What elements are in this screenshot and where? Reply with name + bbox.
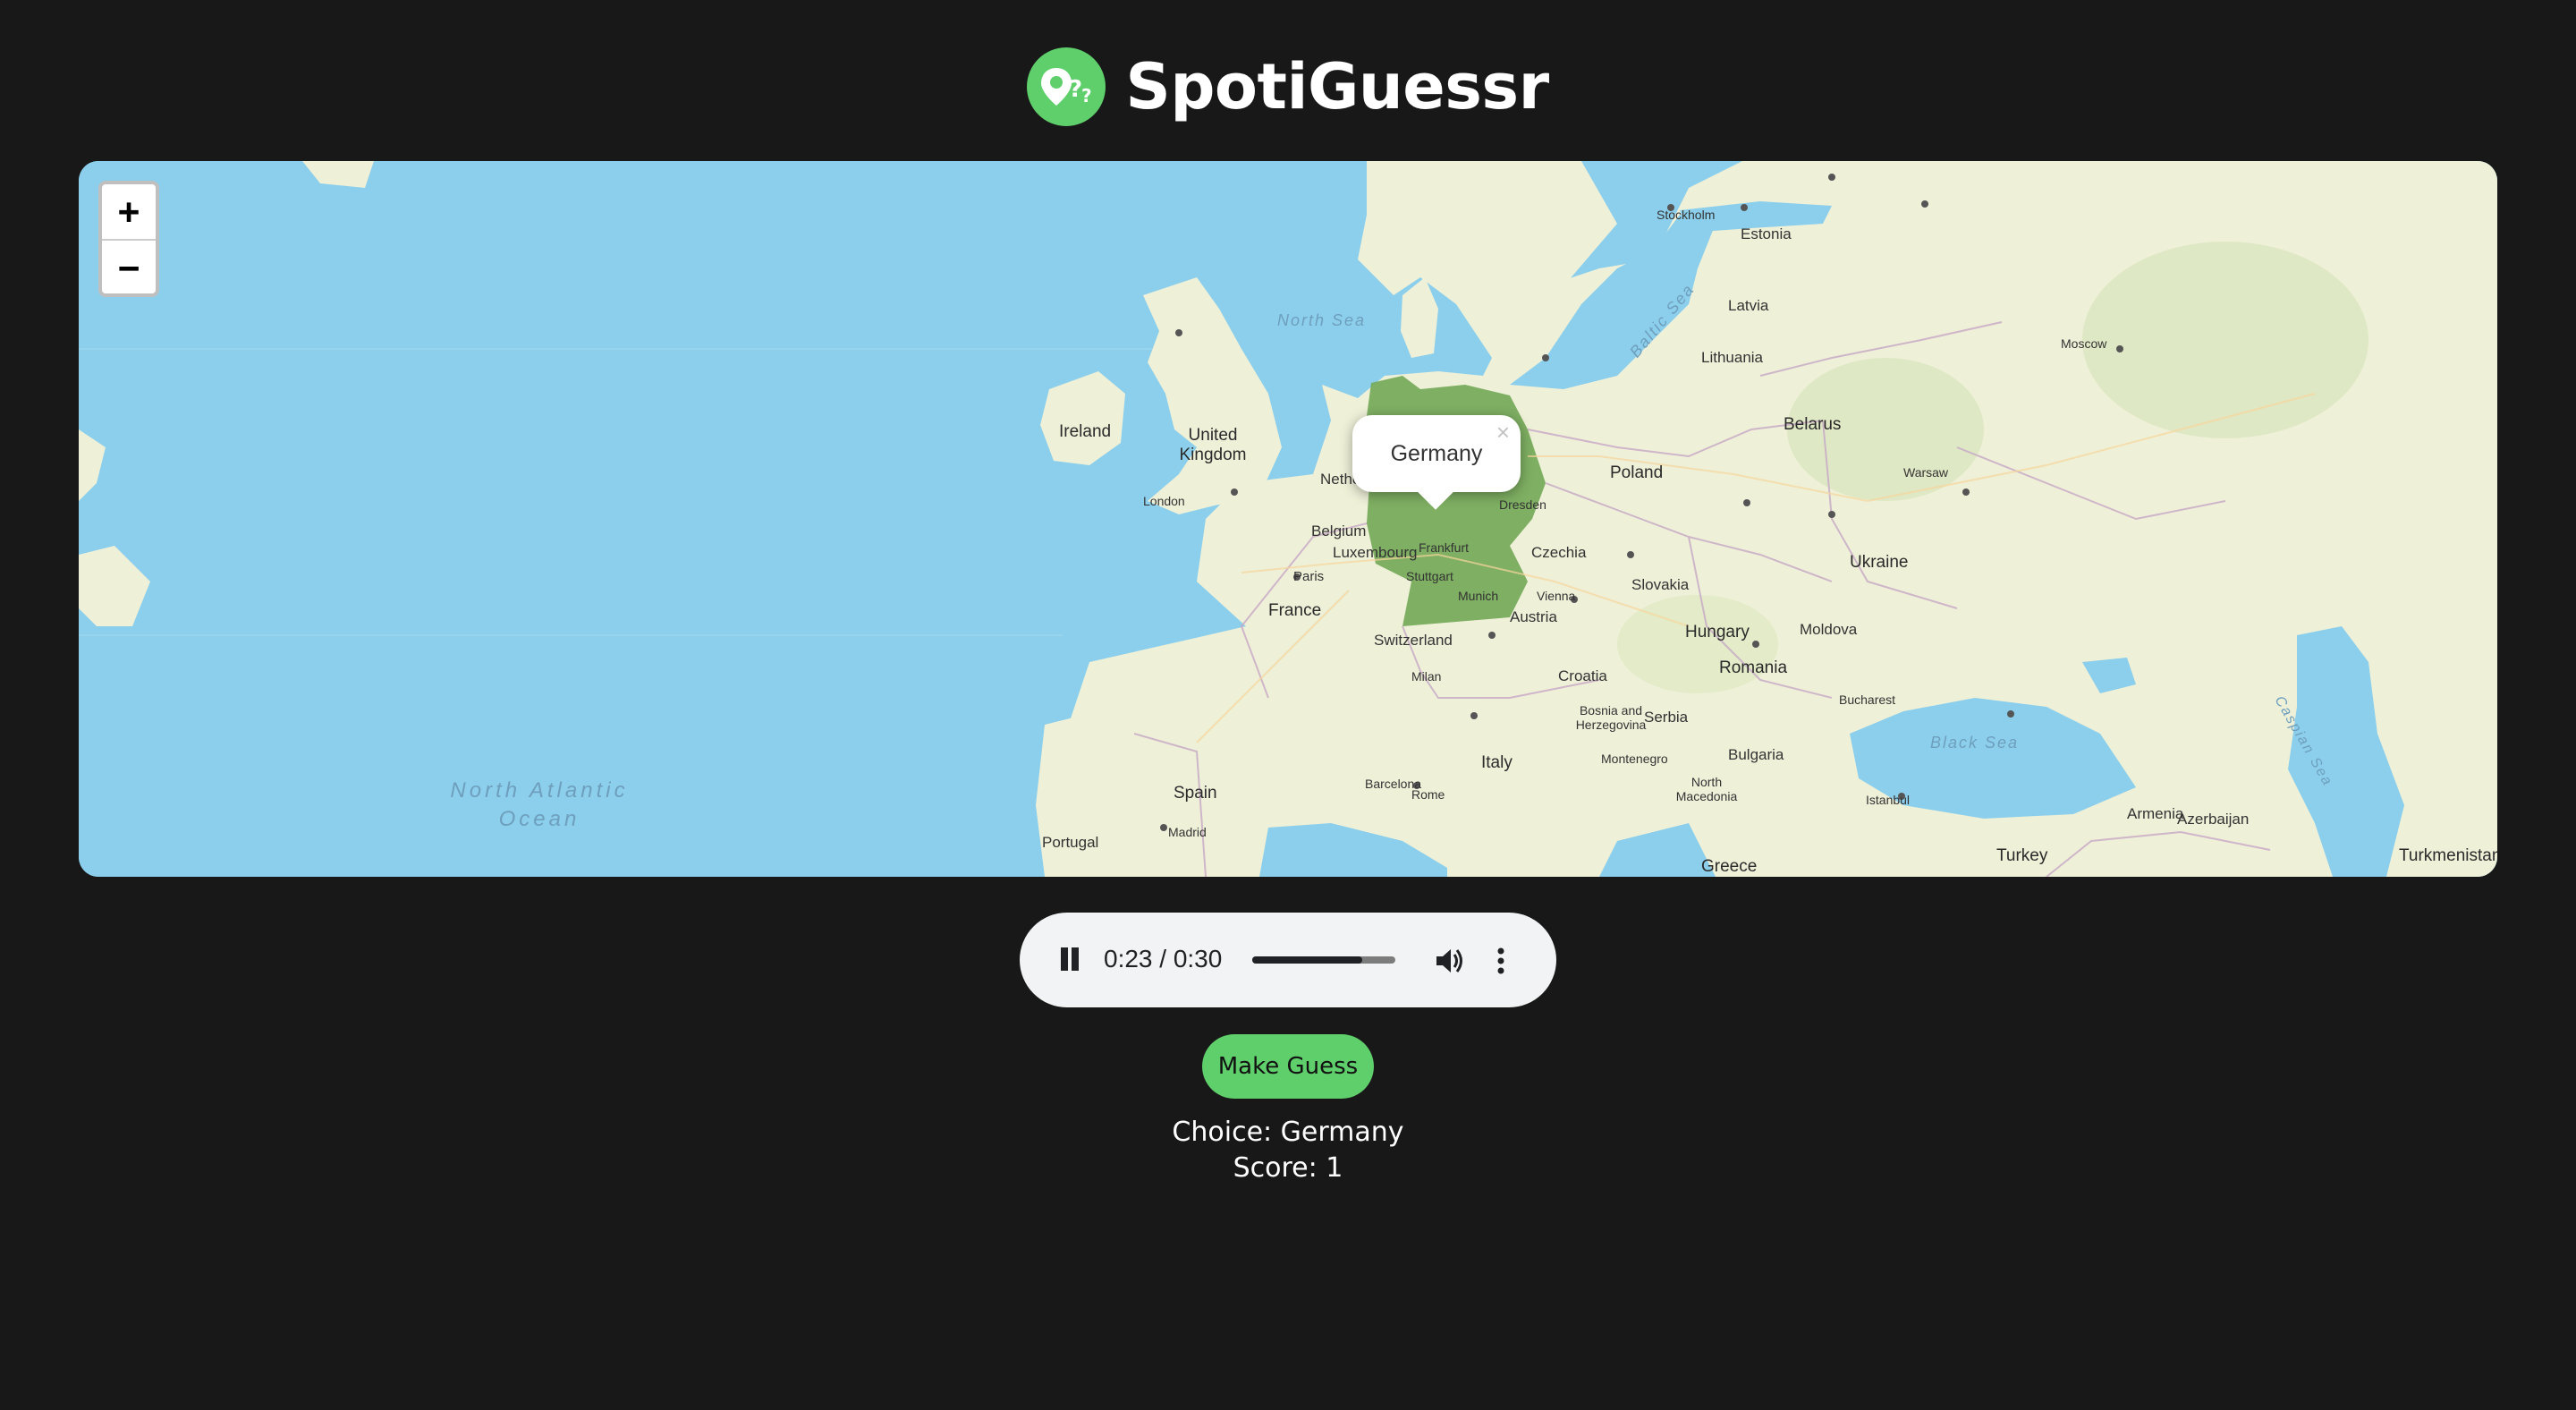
map-label-country: Azerbaijan [2177, 811, 2250, 828]
map-label-country: Estonia [1741, 225, 1792, 242]
map-label-city: Madrid [1168, 825, 1207, 839]
map-label-country: Czechia [1531, 544, 1587, 561]
map-label-country: Greece [1701, 857, 1758, 876]
map-label-country: Latvia [1728, 297, 1769, 314]
map-label-country: Turkmenistan [2399, 846, 2497, 865]
zoom-out-button[interactable]: − [102, 239, 156, 293]
time-display: 0:23 / 0:30 [1104, 945, 1223, 973]
map-label-country: United Kingdom [1179, 426, 1247, 464]
more-options-icon[interactable] [1492, 943, 1510, 979]
map-label-country: Montenegro [1601, 752, 1668, 766]
map-label-city: Paris [1293, 569, 1325, 584]
progress-fill [1252, 956, 1363, 964]
svg-text:?: ? [1069, 76, 1082, 103]
map-label-country: Bulgaria [1728, 746, 1784, 763]
zoom-in-button[interactable]: + [102, 184, 156, 239]
map-label-country: Poland [1610, 463, 1664, 482]
map-label-country: Luxembourg [1333, 544, 1418, 561]
map-label-country: Romania [1719, 658, 1788, 677]
map-label-country: Belarus [1784, 415, 1842, 434]
map-label-sea: North Atlantic Ocean [450, 778, 629, 831]
map-label-city: Warsaw [1903, 465, 1949, 480]
world-map[interactable]: Ireland United Kingdom France Spain Port… [79, 161, 2497, 877]
map-label-city: Bucharest [1839, 692, 1896, 707]
map-label-country: Armenia [2127, 805, 2184, 822]
progress-slider[interactable] [1252, 956, 1395, 964]
map-label-country: Portugal [1042, 834, 1099, 851]
map-label-city: Dresden [1499, 497, 1546, 512]
map-label-country: Hungary [1685, 623, 1750, 641]
svg-text:?: ? [1081, 85, 1092, 106]
country-popup: Germany × [1352, 415, 1521, 510]
map-label-country: Belgium [1311, 522, 1367, 539]
map-label-country: Turkey [1996, 846, 2048, 865]
map-label-sea: Black Sea [1930, 734, 2020, 752]
pause-icon[interactable] [1052, 941, 1088, 977]
map-label-city: Munich [1458, 589, 1499, 603]
map-label-country: Moldova [1800, 621, 1858, 638]
map-label-city: Istanbul [1866, 793, 1911, 807]
map-label-country: Ireland [1059, 422, 1112, 441]
map-label-city: Moscow [2061, 336, 2107, 351]
map-label-country: France [1268, 601, 1322, 620]
map-label-city: Vienna [1537, 589, 1576, 603]
map-label-country: Spain [1174, 784, 1217, 803]
audio-player: 0:23 / 0:30 [1020, 913, 1556, 1007]
map-label-city: Stockholm [1657, 208, 1716, 222]
make-guess-button[interactable]: Make Guess [1202, 1034, 1374, 1099]
map-label-country: Bosnia and Herzegovina [1575, 703, 1647, 732]
volume-icon[interactable] [1431, 943, 1467, 979]
map-label-country: North Macedonia [1675, 775, 1738, 803]
map-label-country: Croatia [1558, 667, 1607, 684]
map-label-country: Switzerland [1374, 632, 1453, 649]
popup-country-label: Germany [1390, 440, 1483, 466]
map-label-city: Rome [1411, 787, 1445, 802]
map-label-city: Milan [1411, 669, 1442, 684]
map-label-sea: North Sea [1277, 311, 1367, 329]
app-header: ? ? SpotiGuessr [0, 45, 2576, 129]
zoom-control: + − [98, 181, 159, 297]
map-tiles[interactable] [79, 161, 2497, 877]
map-label-city: Stuttgart [1406, 569, 1453, 583]
map-label-city: Frankfurt [1419, 540, 1470, 555]
map-label-country: Lithuania [1701, 349, 1764, 366]
map-label-country: Ukraine [1850, 553, 1909, 572]
map-label-country: Austria [1510, 608, 1557, 625]
score-text: Score: 1 [1233, 1152, 1343, 1184]
popup-close-button[interactable]: × [1496, 419, 1510, 446]
map-label-country: Slovakia [1631, 576, 1690, 593]
map-label-city: London [1143, 494, 1185, 508]
app-title: SpotiGuessr [1125, 50, 1549, 123]
choice-text: Choice: Germany [1172, 1117, 1404, 1148]
logo-icon: ? ? [1027, 47, 1106, 126]
map-label-country: Italy [1481, 753, 1513, 772]
